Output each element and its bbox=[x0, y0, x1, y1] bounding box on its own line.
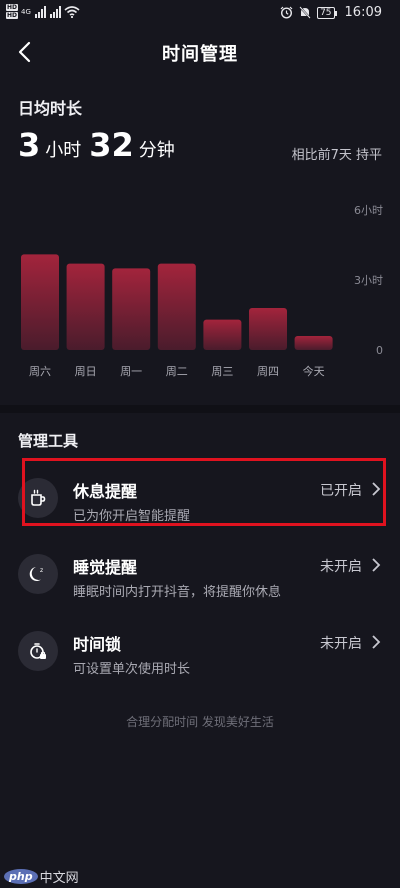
chart-bar-5 bbox=[249, 308, 287, 350]
network-gen-label: 4G bbox=[21, 7, 31, 16]
clock: 16:09 bbox=[344, 5, 382, 20]
hd-badge: HD bbox=[6, 4, 19, 11]
usage-chart: 周六 周日 周一 周二 周三 周四 今天 6小时 3小时 0 bbox=[0, 195, 400, 385]
avg-minutes: 32 bbox=[89, 126, 134, 164]
chart-bar-4 bbox=[203, 319, 242, 350]
daily-avg-value: 3 小时 32 分钟 bbox=[18, 126, 183, 164]
time-lock-row[interactable]: 时间锁 可设置单次使用时长 未开启 bbox=[0, 627, 400, 697]
chart-bar-6 bbox=[294, 336, 333, 350]
daily-avg-label: 日均时长 bbox=[18, 99, 83, 118]
chart-x-label-5: 周四 bbox=[257, 365, 279, 378]
chart-x-label-0: 周六 bbox=[29, 365, 51, 378]
time-lock-title: 时间锁 bbox=[73, 635, 122, 654]
chart-x-label-1: 周日 bbox=[75, 365, 97, 378]
moon-icon: z bbox=[29, 567, 43, 581]
chart-x-label-2: 周一 bbox=[120, 365, 142, 378]
status-right: 75 16:09 bbox=[280, 5, 382, 20]
wifi-icon bbox=[64, 5, 80, 18]
chart-x-label-3: 周二 bbox=[166, 365, 188, 378]
page-title: 时间管理 bbox=[162, 44, 238, 65]
watermark-text: 中文网 bbox=[39, 871, 79, 886]
chart-bar-3 bbox=[157, 263, 196, 350]
sleep-reminder-icon-wrap: z bbox=[18, 554, 58, 594]
time-lock-status: 未开启 bbox=[320, 636, 362, 652]
section-divider bbox=[0, 405, 400, 413]
chart-y-tick-1: 3小时 bbox=[354, 274, 383, 287]
nav-bar: 时间管理 bbox=[0, 30, 400, 74]
chevron-right-icon bbox=[372, 635, 381, 649]
sleep-reminder-subtitle: 睡眠时间内打开抖音，将提醒你休息 bbox=[73, 585, 282, 600]
status-bar: HD HD 4G 75 16:09 bbox=[0, 0, 400, 28]
hd-badges: HD HD bbox=[6, 4, 19, 19]
sleep-reminder-row[interactable]: z 睡觉提醒 睡眠时间内打开抖音，将提醒你休息 未开启 bbox=[0, 550, 400, 620]
watermark-logo: php bbox=[4, 869, 38, 884]
status-left: HD HD 4G bbox=[6, 4, 80, 19]
signal-icon bbox=[34, 5, 46, 18]
hd-badge: HD bbox=[6, 12, 19, 19]
chart-x-label-6: 今天 bbox=[303, 364, 325, 378]
chart-bar-1 bbox=[66, 263, 105, 350]
avg-minutes-unit: 分钟 bbox=[138, 140, 175, 161]
timer-lock-icon bbox=[30, 643, 46, 659]
chart-bar-0 bbox=[21, 254, 59, 350]
tools-section-label: 管理工具 bbox=[18, 432, 79, 450]
chevron-right-icon bbox=[372, 558, 381, 572]
highlight-annotation-box bbox=[22, 458, 386, 526]
avg-hours: 3 bbox=[18, 126, 41, 164]
chart-bar-2 bbox=[112, 268, 151, 350]
chart-x-label-4: 周三 bbox=[211, 365, 233, 378]
chart-y-tick-2: 0 bbox=[376, 344, 383, 357]
watermark: php 中文网 bbox=[4, 867, 79, 886]
alarm-icon bbox=[280, 6, 293, 19]
time-lock-icon-wrap bbox=[18, 631, 58, 671]
signal-icon bbox=[49, 5, 61, 18]
avg-hours-unit: 小时 bbox=[45, 140, 82, 161]
mute-icon bbox=[299, 6, 311, 19]
sleep-reminder-status: 未开启 bbox=[320, 559, 362, 575]
footer-slogan: 合理分配时间 发现美好生活 bbox=[126, 715, 274, 729]
compare-text: 相比前7天 持平 bbox=[291, 148, 382, 163]
usage-chart-svg: 周六 周日 周一 周二 周三 周四 今天 6小时 3小时 0 bbox=[21, 204, 383, 378]
time-lock-subtitle: 可设置单次使用时长 bbox=[73, 662, 191, 677]
sleep-reminder-title: 睡觉提醒 bbox=[73, 558, 138, 577]
svg-text:z: z bbox=[40, 567, 43, 574]
chart-y-tick-0: 6小时 bbox=[354, 204, 383, 217]
battery-indicator: 75 bbox=[317, 6, 338, 19]
